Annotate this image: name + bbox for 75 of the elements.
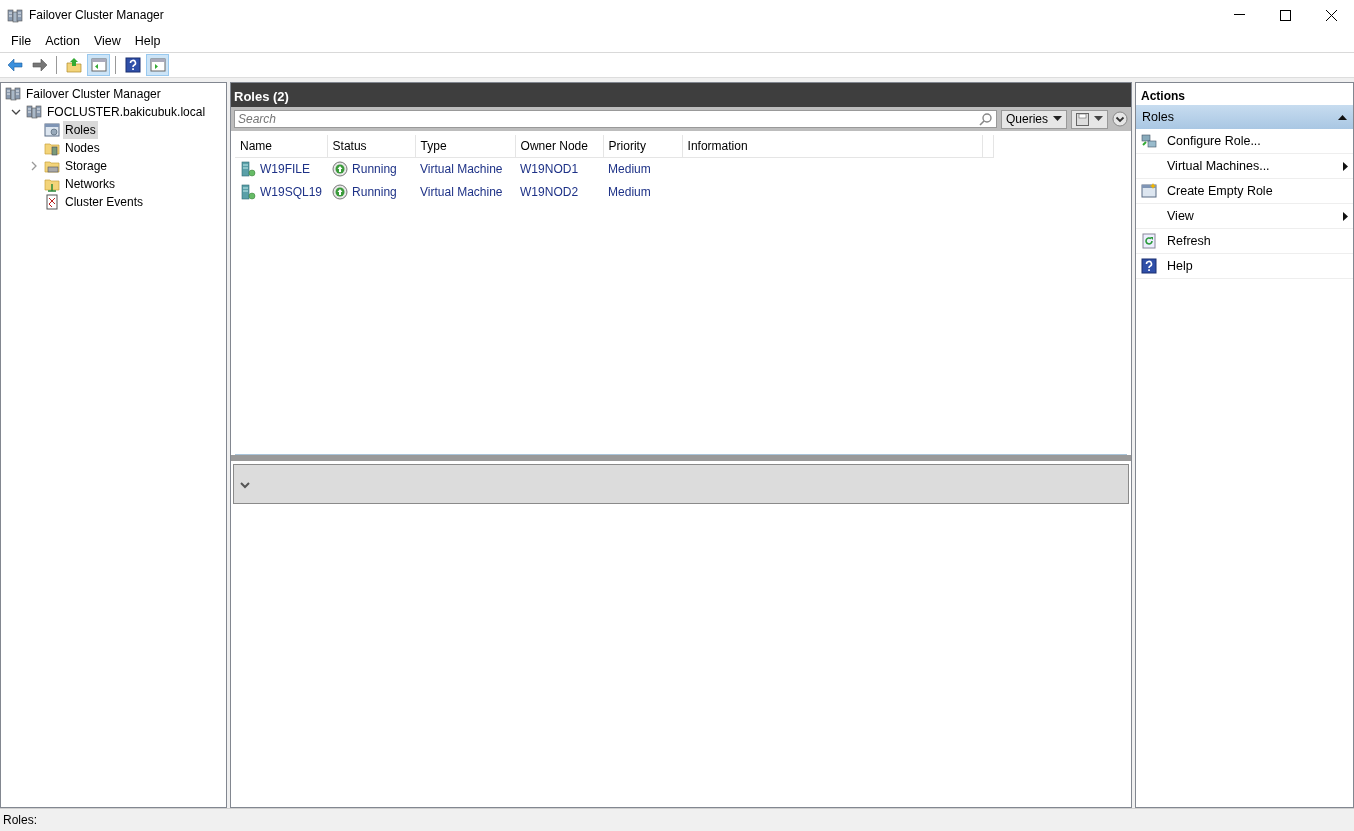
pane-right-icon <box>149 57 166 73</box>
column-header[interactable]: Name <box>235 135 328 157</box>
search-icon <box>978 112 993 126</box>
tree-item[interactable]: Failover Cluster Manager <box>24 85 163 103</box>
table-cell-text: Medium <box>608 160 651 178</box>
menu-item[interactable]: View <box>86 31 128 51</box>
task-entry[interactable]: Help <box>1136 254 1353 279</box>
search-field[interactable]: Search <box>234 110 997 128</box>
configure-wizard-icon <box>1141 133 1157 149</box>
dropdown-caret-icon <box>1094 116 1103 122</box>
virtual-machine-icon <box>240 183 256 200</box>
tree-item[interactable]: Roles <box>63 121 98 139</box>
tree-item[interactable]: Cluster Events <box>63 193 146 211</box>
column-header[interactable]: Status <box>327 135 416 157</box>
menu-item[interactable]: Help <box>127 31 168 51</box>
actions-section-header[interactable]: Roles <box>1136 105 1353 129</box>
action-pane-toggle-button[interactable] <box>146 54 169 76</box>
maximize-icon <box>1279 9 1291 21</box>
pane-left-icon <box>90 57 107 73</box>
status-text: Roles: <box>3 812 37 829</box>
table-cell-text: Medium <box>608 183 651 201</box>
window-title: Failover Cluster Manager <box>29 7 164 24</box>
tree-item[interactable]: FOCLUSTER.bakicubuk.local <box>45 103 208 121</box>
server-cluster-icon <box>26 104 42 120</box>
tree-item[interactable]: Storage <box>63 157 110 175</box>
column-header[interactable]: Information <box>682 135 983 157</box>
dropdown-caret-icon <box>1053 116 1062 122</box>
task-entry[interactable]: Refresh <box>1136 229 1353 254</box>
queries-button[interactable]: Queries <box>1000 109 1067 129</box>
forward-arrow-icon <box>31 57 48 73</box>
folder-up-icon <box>65 57 82 73</box>
up-arrow-status-icon <box>332 183 349 200</box>
help-icon <box>1141 258 1157 274</box>
table-cell-text: Virtual Machine <box>420 160 503 178</box>
back-arrow-icon <box>6 57 23 73</box>
task-entry[interactable]: Virtual Machines... <box>1136 154 1353 179</box>
table-cell-text: Running <box>352 183 397 201</box>
console-tree-toggle-button[interactable] <box>87 54 110 76</box>
save-icon <box>1076 112 1089 126</box>
up-arrow-status-icon <box>332 160 349 177</box>
table-cell-text: W19NOD1 <box>520 160 579 178</box>
expanded-chevron-icon[interactable] <box>11 107 21 117</box>
table-cell-text: Running <box>352 160 397 178</box>
task-entry[interactable]: Configure Role... <box>1136 129 1353 154</box>
column-header[interactable]: Owner Node <box>515 135 604 157</box>
close-icon <box>1325 9 1337 21</box>
expand-chevron-icon[interactable] <box>1112 111 1128 127</box>
column-header[interactable]: Type <box>415 135 516 157</box>
help-icon <box>124 57 141 73</box>
roles-window-icon <box>44 122 60 138</box>
menu-item[interactable]: Action <box>38 31 87 51</box>
collapsed-chevron-icon[interactable] <box>29 161 39 171</box>
tree-item[interactable]: Nodes <box>63 139 102 157</box>
new-role-icon <box>1141 183 1157 199</box>
table-cell-text: W19NOD2 <box>520 183 579 201</box>
event-log-icon <box>44 194 60 210</box>
app-icon <box>7 7 23 24</box>
table-cell-text: Virtual Machine <box>420 183 503 201</box>
menu-item[interactable]: File <box>4 31 39 51</box>
save-query-button[interactable] <box>1071 109 1108 129</box>
server-cluster-icon <box>5 86 21 102</box>
role-name[interactable]: W19FILE <box>260 159 310 178</box>
task-entry[interactable]: Create Empty Role <box>1136 179 1353 204</box>
actions-title: Actions <box>1140 88 1186 105</box>
folder-network-icon <box>44 176 60 192</box>
refresh-icon <box>1141 233 1157 249</box>
virtual-machine-icon <box>240 160 256 177</box>
tree-item[interactable]: Networks <box>63 175 117 193</box>
role-name[interactable]: W19SQL19 <box>260 182 323 201</box>
expand-chevron-icon[interactable] <box>240 480 250 489</box>
column-header[interactable]: Priority <box>603 135 683 157</box>
folder-server-icon <box>44 140 60 156</box>
minimize-icon <box>1233 14 1245 16</box>
panel-title: Roles (2) <box>231 83 1131 107</box>
task-entry[interactable]: View <box>1136 204 1353 229</box>
